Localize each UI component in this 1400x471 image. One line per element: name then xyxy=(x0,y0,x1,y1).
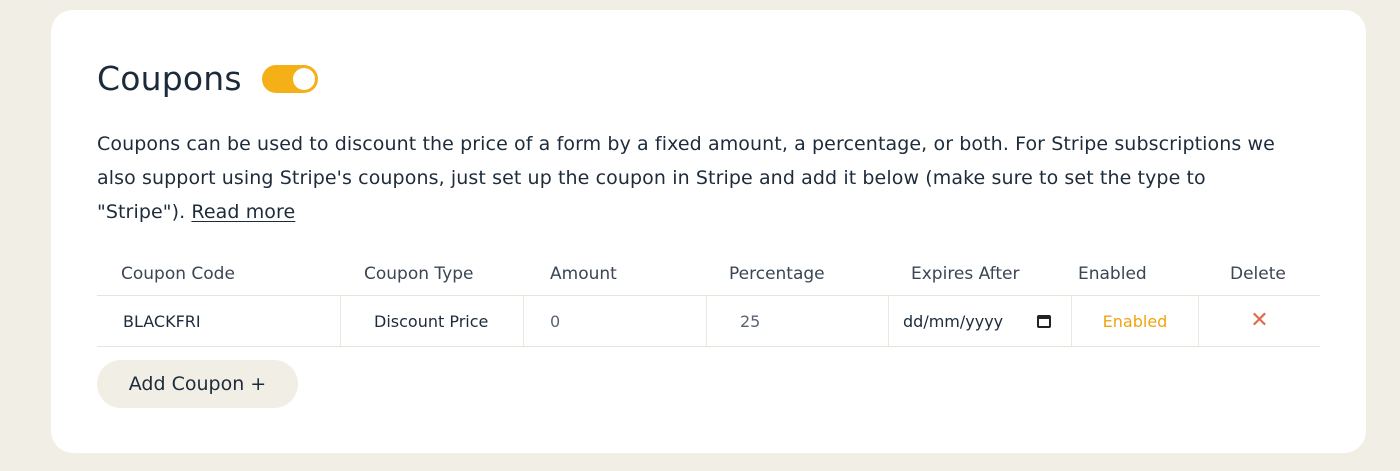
coupon-code-input[interactable]: BLACKFRI xyxy=(97,296,341,346)
coupons-toggle[interactable] xyxy=(261,64,318,93)
expires-date-placeholder: dd/mm/yyyy xyxy=(903,311,1004,331)
column-header-percentage: Percentage xyxy=(729,263,825,284)
column-header-enabled: Enabled xyxy=(1078,263,1147,284)
enabled-toggle-text[interactable]: Enabled xyxy=(1072,296,1199,346)
column-header-amount: Amount xyxy=(550,263,617,284)
column-header-delete: Delete xyxy=(1230,263,1286,284)
expires-date-input[interactable]: dd/mm/yyyy xyxy=(889,296,1072,346)
column-header-coupon-code: Coupon Code xyxy=(121,263,235,284)
coupons-table: Coupon Code Coupon Type Amount Percentag… xyxy=(97,252,1320,347)
column-header-expires-after: Expires After xyxy=(911,263,1020,284)
section-description: Coupons can be used to discount the pric… xyxy=(97,127,1297,229)
toggle-knob xyxy=(292,67,315,90)
amount-input[interactable]: 0 xyxy=(524,296,707,346)
section-title: Coupons xyxy=(97,59,242,98)
read-more-link[interactable]: Read more xyxy=(191,201,295,223)
table-header: Coupon Code Coupon Type Amount Percentag… xyxy=(97,252,1320,296)
coupons-card: Coupons Coupons can be used to discount … xyxy=(51,10,1366,453)
add-coupon-button[interactable]: Add Coupon + xyxy=(97,360,298,408)
table-row: BLACKFRI Discount Price 0 25 dd/mm/yyyy … xyxy=(97,296,1320,347)
coupon-type-select[interactable]: Discount Price xyxy=(341,296,524,346)
close-icon[interactable]: ✕ xyxy=(1250,310,1268,332)
column-header-coupon-type: Coupon Type xyxy=(364,263,474,284)
calendar-icon[interactable] xyxy=(1037,314,1051,328)
percentage-input[interactable]: 25 xyxy=(707,296,889,346)
delete-cell: ✕ xyxy=(1199,296,1320,346)
section-header: Coupons xyxy=(97,59,318,98)
